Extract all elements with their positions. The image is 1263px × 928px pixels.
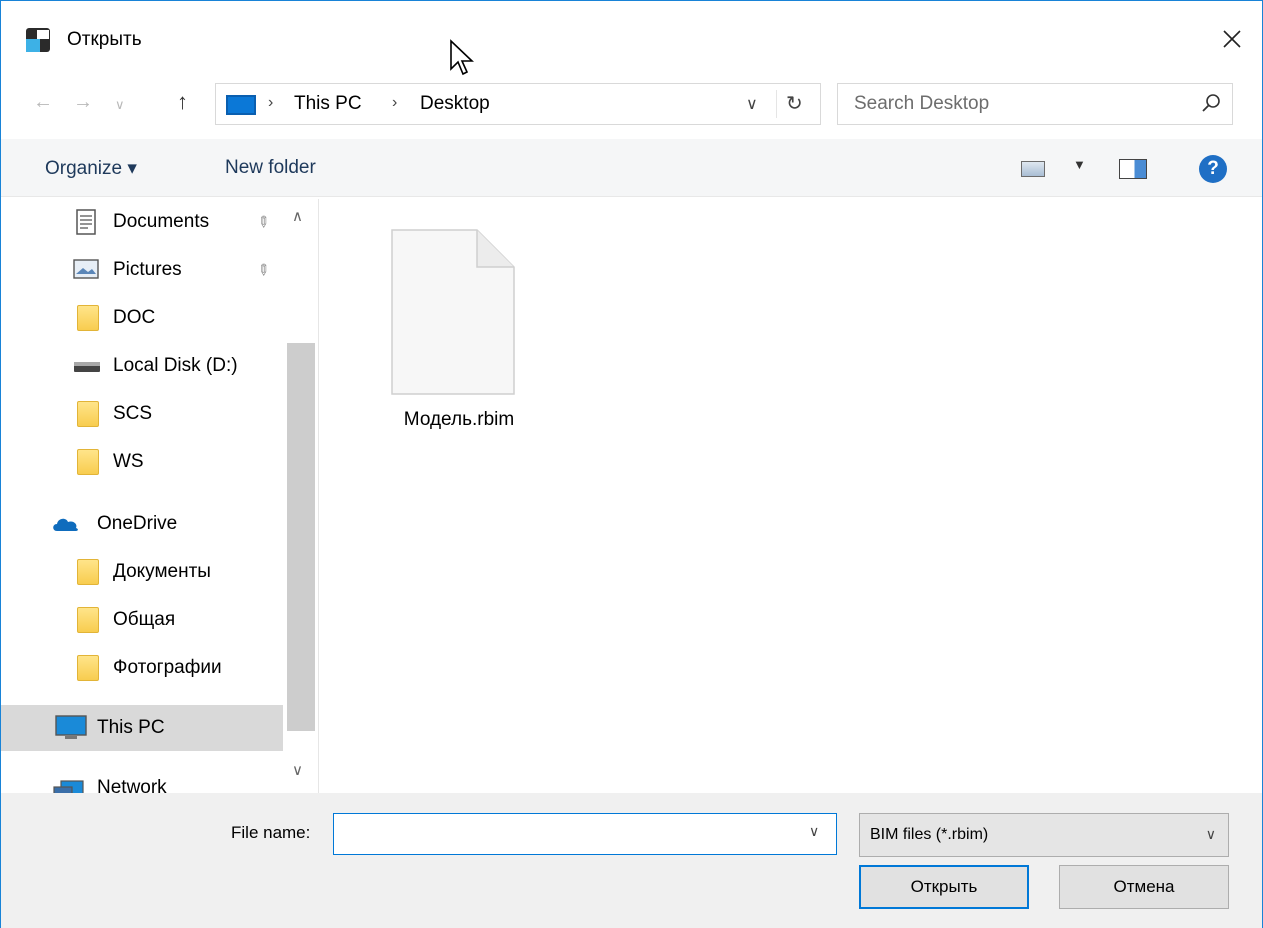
sidebar-item-label: This PC [97,717,165,738]
file-name-input[interactable] [333,813,837,855]
organize-button[interactable]: Organize ▾ [45,157,137,180]
breadcrumb-separator-icon: › [392,94,398,111]
dialog-footer: File name: ∨ BIM files (*.rbim) ∨ Открыт… [1,793,1262,928]
window-title: Открыть [67,29,142,50]
breadcrumb-this-pc[interactable]: This PC [294,93,362,115]
sidebar-item-local-disk-d[interactable]: Local Disk (D:) [1,343,283,389]
sidebar-item-label: Фотографии [113,657,222,678]
sidebar-item-label: Общая [113,609,176,630]
scroll-down-icon[interactable]: ∨ [292,761,303,779]
file-name-label: File name: [231,823,311,842]
close-button[interactable] [1210,17,1254,61]
search-box[interactable]: Search Desktop [837,83,1233,125]
file-type-value: BIM files (*.rbim) [870,826,989,843]
sidebar-item-ws[interactable]: WS [1,439,283,485]
help-icon[interactable]: ? [1199,155,1227,183]
navigation-pane: Documents ✎ Pictures ✎ DOC Local Disk (D… [1,199,319,793]
refresh-icon[interactable]: ↻ [786,91,803,116]
onedrive-icon [53,518,78,531]
documents-icon [76,209,96,235]
address-divider [776,90,777,118]
sidebar-item-label: Local Disk (D:) [113,355,238,376]
folder-icon [77,655,99,681]
sidebar-item-label: WS [113,451,144,472]
sidebar-item-label: Documents [113,211,210,232]
file-item[interactable]: Модель.rbim [379,223,539,443]
open-button[interactable]: Открыть [859,865,1029,909]
pictures-icon [73,259,99,279]
pin-icon: ✎ [252,259,274,281]
view-options-dropdown-icon[interactable]: ▼ [1073,157,1086,172]
scroll-thumb[interactable] [287,343,315,731]
address-bar[interactable]: › This PC › Desktop ∨ ↻ [215,83,821,125]
drive-icon [74,362,100,372]
file-list-area: Модель.rbim [319,199,1262,793]
sidebar-item-doc[interactable]: DOC [1,295,283,341]
folder-icon [77,401,99,427]
recent-locations-chevron-icon[interactable]: ∨ [115,97,125,113]
close-icon [1223,30,1241,48]
sidebar-item-network[interactable]: Network [1,765,283,793]
file-name-dropdown-icon[interactable]: ∨ [809,823,819,840]
sidebar-item-documents[interactable]: Documents ✎ [1,199,283,245]
new-folder-button[interactable]: New folder [225,157,316,179]
folder-icon [77,449,99,475]
navigation-row: ← → ∨ ↑ › This PC › Desktop ∨ ↻ Search D… [1,79,1262,129]
sidebar-item-dokumenty[interactable]: Документы [1,549,283,595]
forward-arrow-icon[interactable]: → [73,91,93,114]
sidebar-item-label: SCS [113,403,153,424]
folder-icon [77,607,99,633]
sidebar-item-scs[interactable]: SCS [1,391,283,437]
sidebar-item-label: Pictures [113,259,182,280]
breadcrumb-desktop[interactable]: Desktop [420,93,490,115]
scroll-up-icon[interactable]: ∧ [292,207,303,225]
app-icon [26,28,50,52]
address-dropdown-icon[interactable]: ∨ [746,94,758,114]
preview-pane-icon[interactable] [1119,159,1147,179]
sidebar-item-label: OneDrive [97,513,178,534]
cancel-button[interactable]: Отмена [1059,865,1229,909]
change-view-icon[interactable] [1021,161,1045,177]
search-icon[interactable] [1200,92,1222,114]
sidebar-item-label: Документы [113,561,211,582]
up-arrow-icon[interactable]: ↑ [177,89,188,115]
pc-icon [226,95,256,115]
chevron-down-icon: ∨ [1205,826,1216,842]
network-icon [53,780,84,793]
folder-icon [77,559,99,585]
breadcrumb-separator-icon: › [268,94,274,111]
sidebar-item-fotografii[interactable]: Фотографии [1,645,283,691]
open-file-dialog: Открыть ← → ∨ ↑ › This PC › Desktop ∨ ↻ … [0,0,1263,928]
pin-icon: ✎ [252,211,274,233]
sidebar-item-this-pc[interactable]: This PC [1,705,283,751]
folder-icon [77,305,99,331]
sidebar-item-label: Network [97,777,167,793]
sidebar-item-pictures[interactable]: Pictures ✎ [1,247,283,293]
title-bar: Открыть [1,1,1262,79]
command-toolbar: Organize ▾ New folder ▼ ? [1,139,1262,197]
sidebar-item-label: DOC [113,307,156,328]
navigation-scrollbar[interactable]: ∧ ∨ [285,199,318,793]
sidebar-item-onedrive[interactable]: OneDrive [1,501,283,547]
pc-icon [55,715,87,739]
mouse-cursor-icon [450,39,474,76]
blank-file-icon [391,229,515,395]
file-name: Модель.rbim [403,409,515,430]
search-input[interactable]: Search Desktop [854,93,989,115]
back-arrow-icon[interactable]: ← [33,91,53,114]
file-type-select[interactable]: BIM files (*.rbim) ∨ [859,813,1229,857]
sidebar-item-obshchaya[interactable]: Общая [1,597,283,643]
